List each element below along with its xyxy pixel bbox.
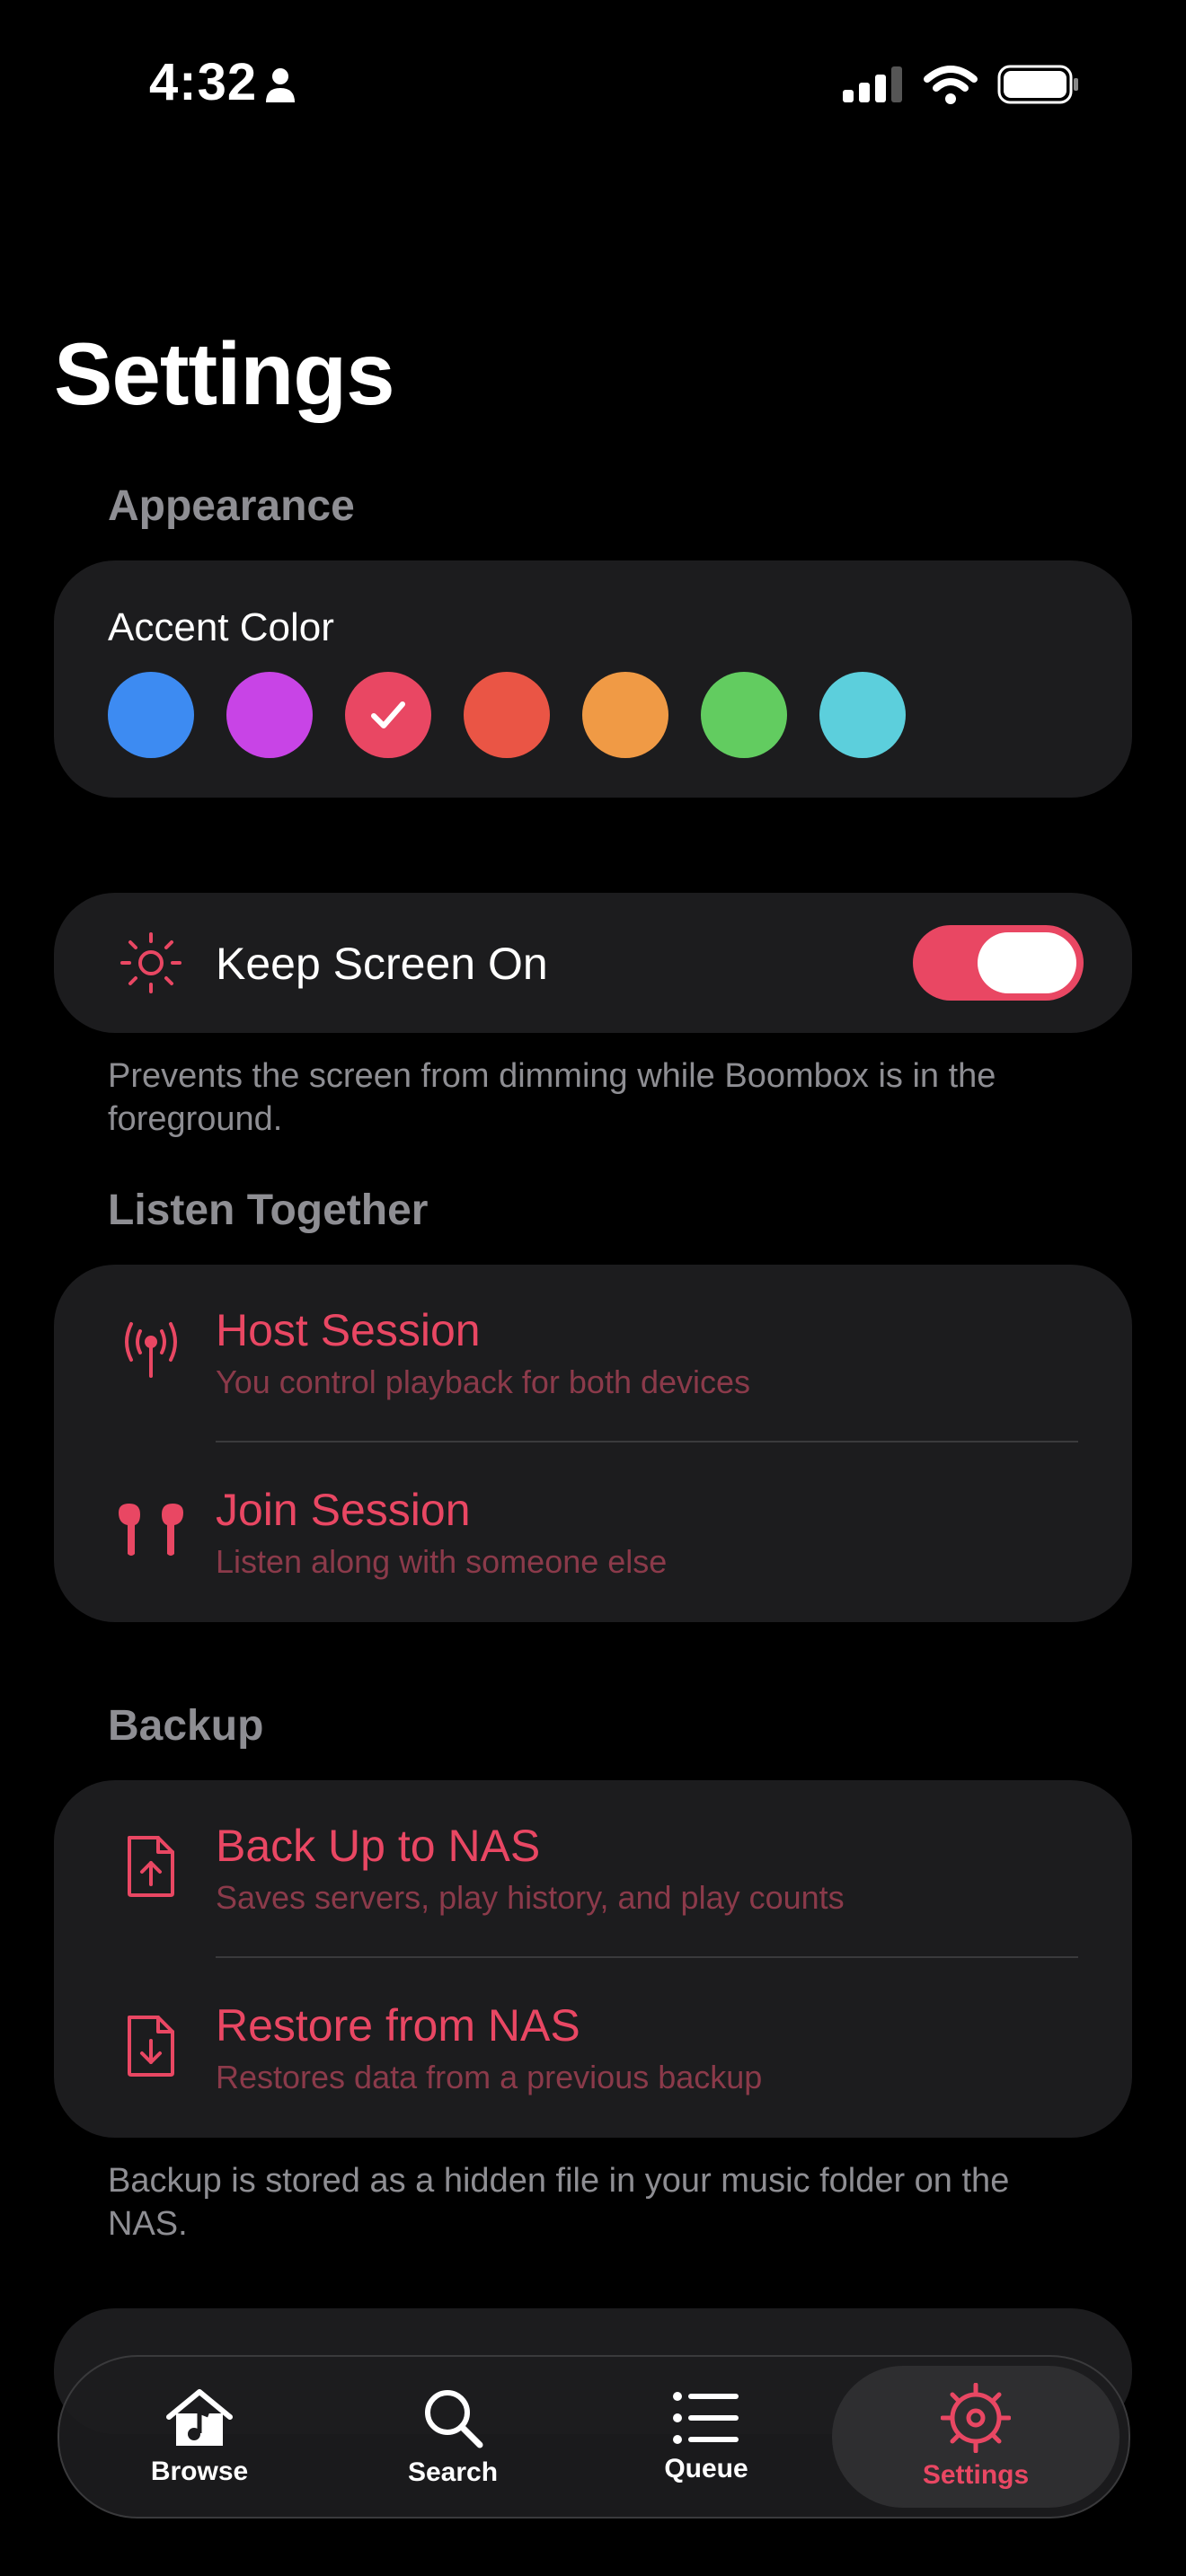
list-icon [673,2392,739,2444]
section-listen-together: Listen Together [108,1187,429,1234]
restore-subtitle: Restores data from a previous backup [216,2059,763,2095]
host-session-subtitle: You control playback for both devices [216,1363,751,1400]
divider [216,1956,1078,1958]
tab-settings[interactable]: Settings [832,2366,1120,2508]
accent-swatches [108,672,906,758]
tab-queue[interactable]: Queue [580,2357,832,2517]
sun-icon [108,920,194,1006]
swatch-pink-selected[interactable] [345,672,431,758]
swatch-green[interactable] [701,672,787,758]
tab-search-label: Search [407,2457,499,2487]
swatch-red[interactable] [464,672,550,758]
swatch-orange[interactable] [582,672,668,758]
host-session-title: Host Session [216,1305,481,1355]
person-icon [264,66,296,109]
doc-download-icon [108,2003,194,2089]
battery-icon [997,65,1080,109]
keep-screen-on-toggle[interactable] [913,925,1084,1001]
keep-screen-on-row[interactable]: Keep Screen On [54,893,1132,1033]
tab-browse[interactable]: Browse [74,2357,325,2517]
accent-color-card: Accent Color [54,560,1132,798]
tab-queue-label: Queue [664,2454,748,2483]
accent-color-title: Accent Color [108,605,334,649]
checkmark-icon [371,701,405,728]
tab-settings-label: Settings [922,2460,1030,2490]
back-up-subtitle: Saves servers, play history, and play co… [216,1879,845,1916]
back-up-title: Back Up to NAS [216,1821,541,1871]
gear-icon [941,2383,1011,2453]
tab-search[interactable]: Search [327,2357,579,2517]
join-session-title: Join Session [216,1485,471,1535]
listen-together-card: Host Session You control playback for bo… [54,1265,1132,1622]
toggle-knob [978,932,1076,993]
join-session-subtitle: Listen along with someone else [216,1543,668,1580]
restore-title: Restore from NAS [216,2000,580,2051]
swatch-blue[interactable] [108,672,194,758]
backup-card: Back Up to NAS Saves servers, play histo… [54,1780,1132,2138]
swatch-teal[interactable] [819,672,906,758]
page-title: Settings [54,324,395,423]
section-appearance: Appearance [108,482,355,530]
keep-screen-footnote: Prevents the screen from dimming while B… [108,1057,996,1138]
tab-bar: Browse Search Queue Settings [58,2355,1130,2519]
wifi-icon [924,65,978,109]
section-backup: Backup [108,1702,264,1750]
search-icon [425,2390,483,2448]
divider [216,1441,1078,1442]
status-time: 4:32 [149,53,258,111]
tab-browse-label: Browse [150,2457,249,2486]
earbuds-icon [108,1486,194,1572]
music-house-icon [166,2389,233,2446]
status-icons [843,65,1080,109]
doc-upload-icon [108,1823,194,1910]
broadcast-icon [108,1306,194,1392]
cellular-signal-icon [843,66,904,107]
swatch-purple[interactable] [226,672,313,758]
backup-footnote: Backup is stored as a hidden file in you… [108,2162,1010,2243]
keep-screen-on-label: Keep Screen On [216,939,548,989]
